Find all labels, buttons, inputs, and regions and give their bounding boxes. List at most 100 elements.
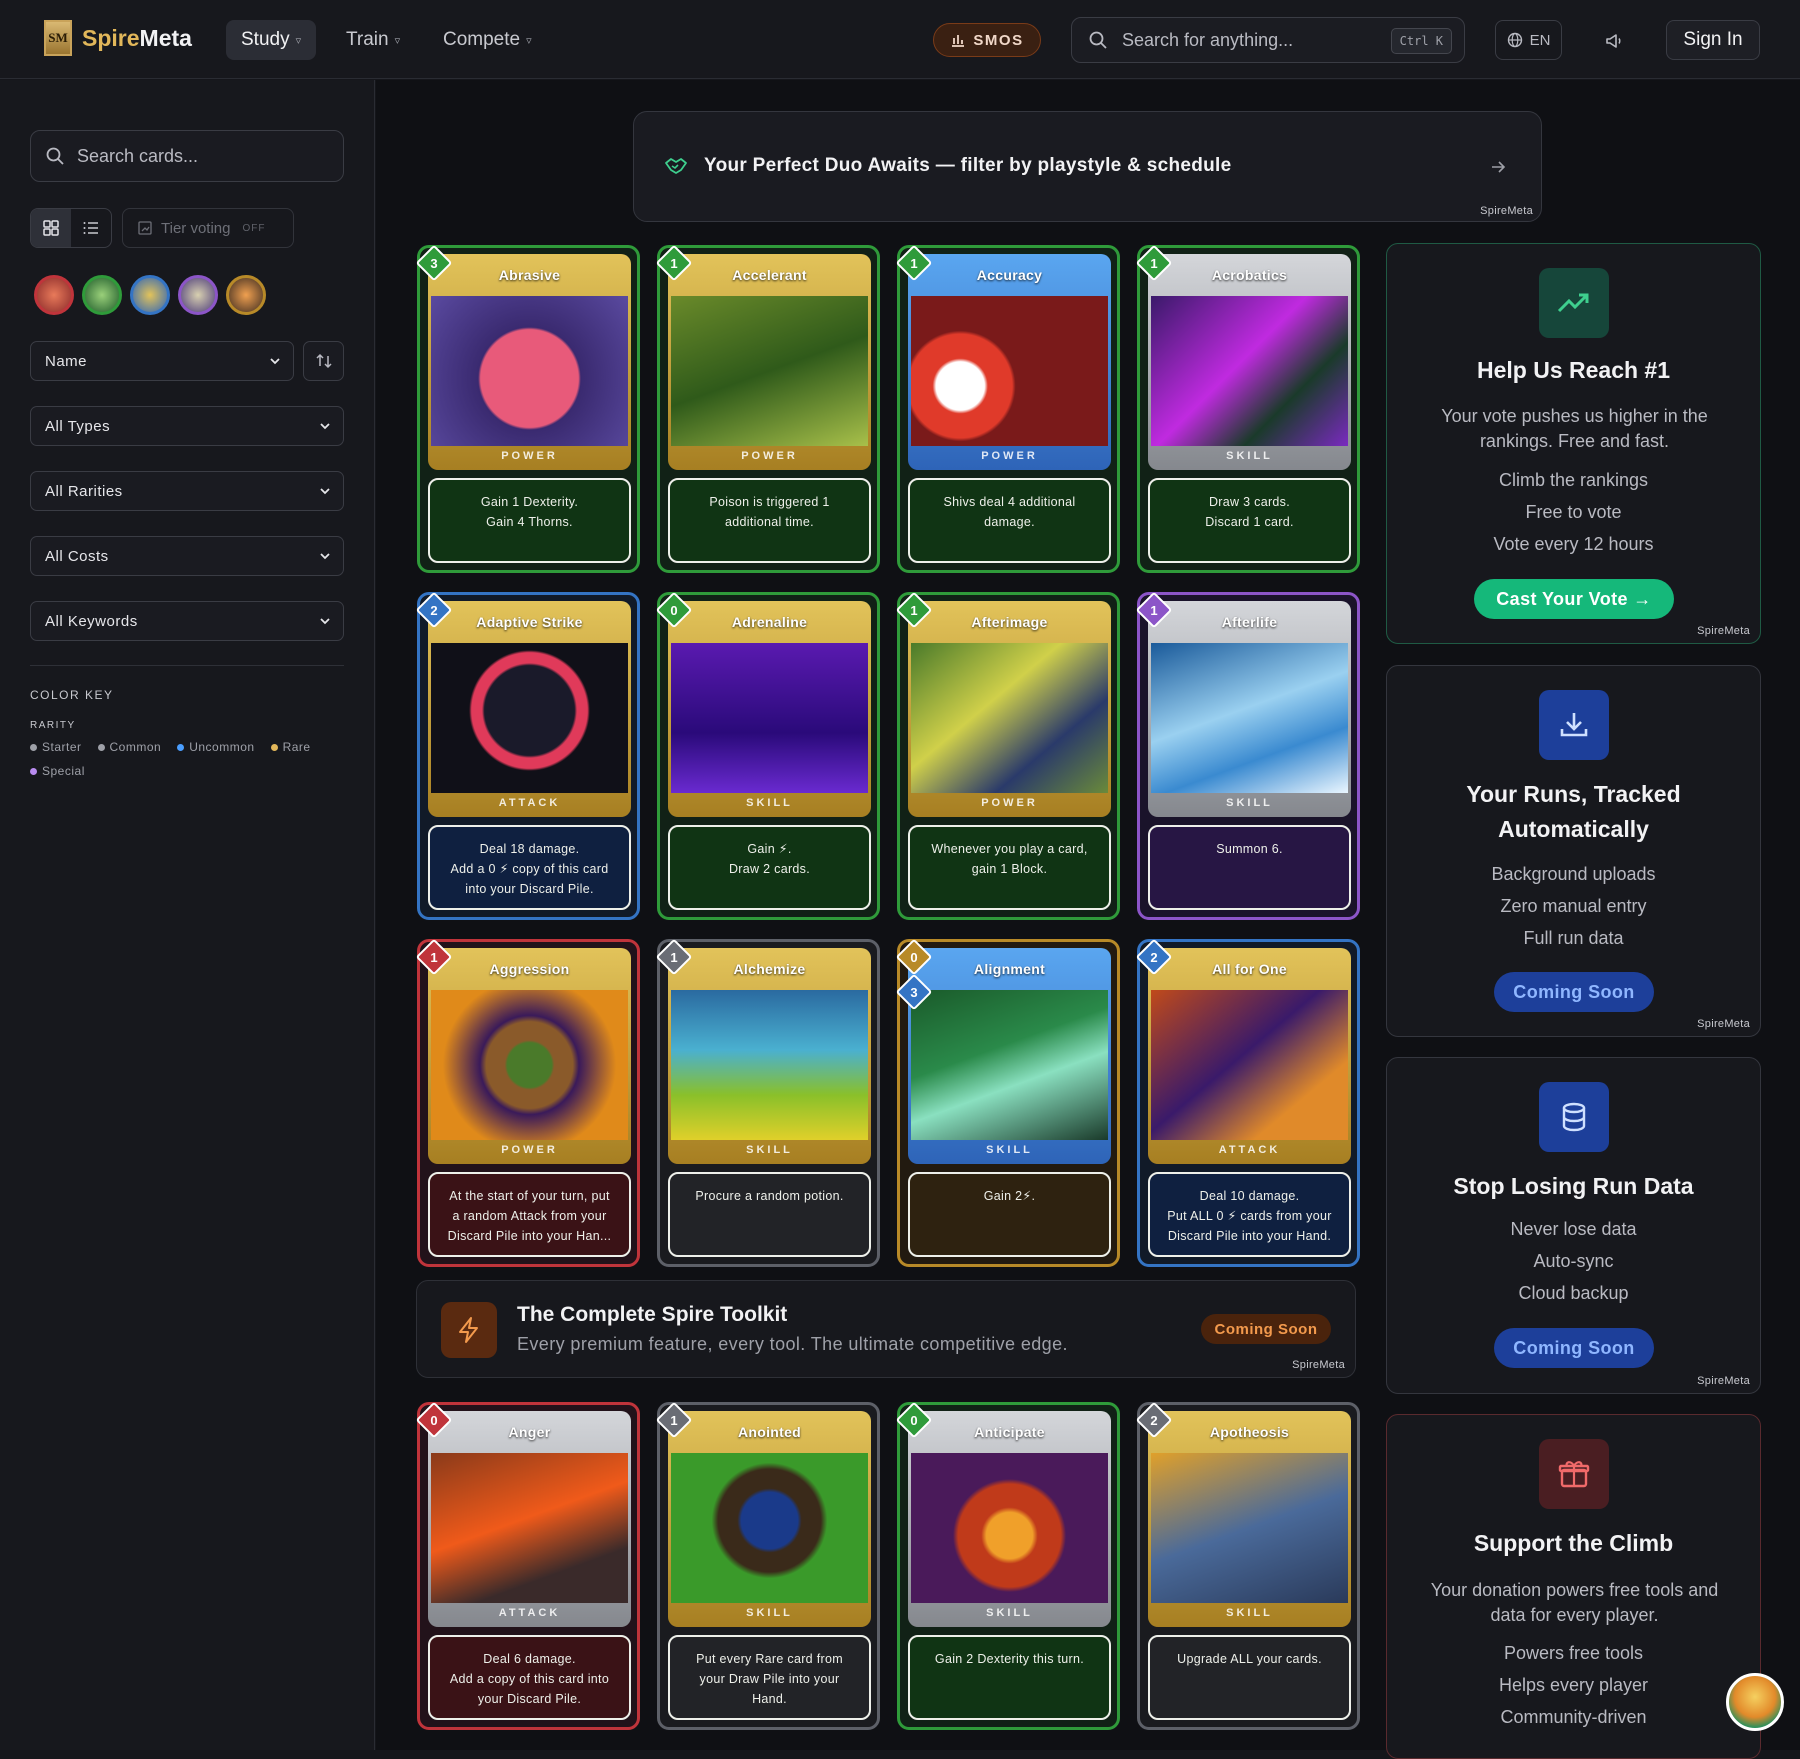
card-name: Alchemize (733, 961, 806, 977)
promo-subtitle: Your vote pushes us higher in the ranking… (1441, 406, 1708, 451)
nav-train[interactable]: Train ▿ (331, 20, 415, 60)
card-acrobatics[interactable]: Acrobatics SKILL Draw 3 cards. Discard 1 ca… (1135, 244, 1360, 573)
card-type: SKILL (746, 797, 793, 809)
card-anointed[interactable]: Anointed SKILL Put every Rare card from you… (655, 1401, 880, 1730)
search-icon (1089, 31, 1107, 49)
promo-line: Powers free tools (1503, 1643, 1644, 1663)
card-apotheosis[interactable]: Apotheosis SKILL Upgrade ALL your cards. 2 (1135, 1401, 1360, 1730)
card-type: SKILL (1226, 797, 1273, 809)
card-type: POWER (981, 797, 1038, 809)
card-abrasive[interactable]: Abrasive POWER Gain 1 Dexterity. Gain 4 Tho… (415, 244, 640, 573)
promo-subtitle: Your donation powers free tools and data … (1430, 1580, 1719, 1625)
language-button[interactable]: EN (1495, 20, 1562, 60)
card-anticipate[interactable]: Anticipate SKILL Gain 2 Dexterity this tur… (895, 1401, 1120, 1730)
card-art (911, 643, 1108, 793)
card-anger[interactable]: Anger ATTACK Deal 6 damage. Add a copy of t… (415, 1401, 640, 1730)
toolkit-title: The Complete Spire Toolkit (517, 1303, 788, 1326)
coming-soon-button[interactable]: Coming Soon (1494, 972, 1654, 1012)
card-frame: Acrobatics SKILL (1148, 254, 1351, 470)
global-search[interactable]: Ctrl K (1071, 17, 1465, 63)
card-afterimage[interactable]: Afterimage POWER Whenever you play a card,… (895, 591, 1120, 920)
legend-item: Rare (270, 740, 311, 754)
trending-up-icon (1539, 268, 1609, 338)
ironclad-icon[interactable] (34, 275, 74, 315)
card-frame: Adrenaline SKILL (668, 601, 871, 817)
card-description: Put every Rare card from your Draw Pile i… (668, 1635, 871, 1720)
card-all-for-one[interactable]: All for One ATTACK Deal 10 damage. Put ALL … (1135, 938, 1360, 1267)
card-frame: Accuracy POWER (908, 254, 1111, 470)
card-frame: All for One ATTACK (1148, 948, 1351, 1164)
card-accelerant[interactable]: Accelerant POWER Poison is triggered 1 addi… (655, 244, 880, 573)
card-name: Anger (508, 1424, 551, 1440)
promo-title: Stop Losing Run Data (1453, 1173, 1694, 1199)
card-type: SKILL (986, 1144, 1033, 1156)
card-art (671, 296, 868, 446)
card-description: Gain 1 Dexterity. Gain 4 Thorns. (428, 478, 631, 563)
nav-compete[interactable]: Compete ▿ (428, 20, 547, 60)
card-name: Accelerant (732, 267, 807, 283)
megaphone-icon[interactable] (1600, 27, 1628, 55)
tier-voting-toggle[interactable]: Tier voting OFF (122, 208, 294, 248)
duo-banner[interactable]: Your Perfect Duo Awaits — filter by play… (633, 111, 1542, 222)
lightning-icon (441, 1302, 497, 1358)
chat-widget-button[interactable] (1726, 1673, 1784, 1731)
sign-in-button[interactable]: Sign In (1666, 20, 1760, 60)
chart-icon (138, 221, 152, 235)
brand-label: SpireMeta (1697, 1018, 1750, 1030)
logo[interactable]: SM SpireMeta (44, 20, 192, 56)
defect-icon[interactable] (130, 275, 170, 315)
regent-icon[interactable] (226, 275, 266, 315)
sort-direction-button[interactable] (303, 341, 344, 381)
card-name: Alignment (973, 961, 1046, 977)
card-name: Accuracy (976, 267, 1043, 283)
keyword-filter[interactable]: All Keywords (30, 601, 344, 641)
chevron-down-icon: ▿ (394, 34, 401, 47)
card-cost: 0 (910, 1412, 918, 1428)
nav-study[interactable]: Study ▿ (226, 20, 317, 60)
card-accuracy[interactable]: Accuracy POWER Shivs deal 4 additional dama… (895, 244, 1120, 573)
card-type: ATTACK (498, 1607, 561, 1619)
rarity-filter[interactable]: All Rarities (30, 471, 344, 511)
card-description: Procure a random potion. (668, 1172, 871, 1257)
card-cost: 2 (1150, 949, 1158, 965)
card-aggression[interactable]: Aggression POWER At the start of your turn… (415, 938, 640, 1267)
card-name: All for One (1212, 961, 1287, 977)
card-art (431, 990, 628, 1140)
cost-filter[interactable]: All Costs (30, 536, 344, 576)
card-type: POWER (741, 450, 798, 462)
card-search-input[interactable] (77, 145, 317, 167)
promo-line: Free to vote (1525, 502, 1622, 522)
list-view-button[interactable] (71, 209, 111, 247)
card-alignment[interactable]: Alignment SKILL Gain 2⚡. 0 3 (895, 938, 1120, 1267)
necrobinder-icon[interactable] (178, 275, 218, 315)
card-search[interactable] (30, 130, 344, 182)
promo-line: Cloud backup (1518, 1283, 1629, 1303)
silent-icon[interactable] (82, 275, 122, 315)
card-adrenaline[interactable]: Adrenaline SKILL Gain ⚡. Draw 2 cards. 0 (655, 591, 880, 920)
card-afterlife[interactable]: Afterlife SKILL Summon 6. 1 (1135, 591, 1360, 920)
promo-title: Support the Climb (1473, 1530, 1674, 1556)
card-type: POWER (501, 450, 558, 462)
card-description: Draw 3 cards. Discard 1 card. (1148, 478, 1351, 563)
card-cost: 1 (670, 1412, 678, 1428)
card-description: Shivs deal 4 additional damage. (908, 478, 1111, 563)
toolkit-banner[interactable]: The Complete Spire Toolkit Every premium… (416, 1280, 1356, 1378)
card-cost: 0 (910, 949, 918, 965)
sort-select[interactable]: Name (30, 341, 294, 381)
card-cost: 1 (910, 255, 918, 271)
type-filter[interactable]: All Types (30, 406, 344, 446)
card-frame: Alchemize SKILL (668, 948, 871, 1164)
cast-vote-button[interactable]: Cast Your Vote → (1474, 579, 1674, 619)
card-adaptive-strike[interactable]: Adaptive Strike ATTACK Deal 18 damage. Add … (415, 591, 640, 920)
smos-button[interactable]: SMOS (933, 23, 1041, 57)
card-art (671, 1453, 868, 1603)
global-search-input[interactable] (1122, 29, 1382, 51)
coming-soon-button[interactable]: Coming Soon (1494, 1328, 1654, 1368)
logo-mark: SM (44, 20, 72, 56)
grid-view-button[interactable] (31, 209, 71, 247)
sidebar: Tier voting OFF Name All Types All Rarit… (0, 80, 375, 1750)
card-alchemize[interactable]: Alchemize SKILL Procure a random potion. 1 (655, 938, 880, 1267)
rarity-dot (177, 743, 185, 751)
card-name: Anticipate (974, 1424, 1045, 1440)
promo-line: Helps every player (1498, 1675, 1649, 1695)
